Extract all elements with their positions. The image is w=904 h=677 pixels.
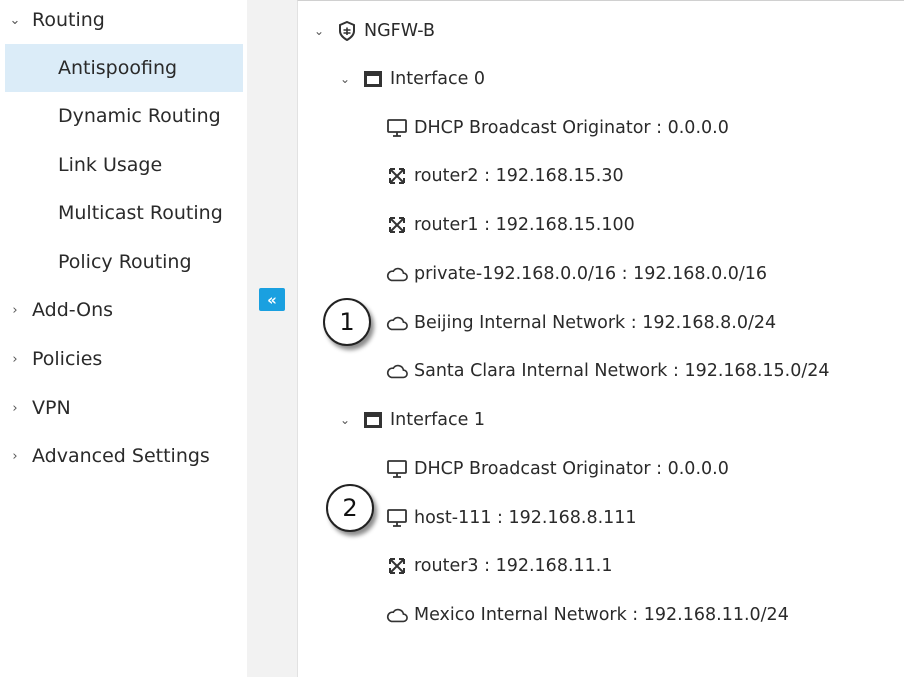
chevron-down-icon[interactable]: ⌄: [338, 413, 352, 427]
nav-item-label: Policies: [32, 348, 103, 370]
tree-node-label: router3 : 192.168.11.1: [414, 556, 613, 576]
nav-item-label: Advanced Settings: [32, 445, 210, 467]
chevron-down-icon[interactable]: ⌄: [338, 72, 352, 86]
tree-node-host[interactable]: host-111 : 192.168.8.111: [386, 502, 637, 534]
nav-item-label: Add-Ons: [32, 299, 114, 321]
antispoofing-tree: ⌄ NGFW-B ⌄ Interface 0 DHCP Broadcast Or…: [297, 0, 904, 677]
tree-node-interface-0[interactable]: ⌄ Interface 0: [338, 63, 485, 95]
tree-node-router[interactable]: router2 : 192.168.15.30: [386, 160, 624, 192]
tree-node-label: Santa Clara Internal Network : 192.168.1…: [414, 361, 830, 381]
tree-node-host[interactable]: DHCP Broadcast Originator : 0.0.0.0: [386, 112, 729, 144]
sidebar-nav: ⌄ Routing Antispoofing Dynamic Routing L…: [0, 0, 247, 677]
tree-node-label: DHCP Broadcast Originator : 0.0.0.0: [414, 459, 729, 479]
tree-node-router[interactable]: router1 : 192.168.15.100: [386, 209, 635, 241]
router-icon: [386, 556, 408, 576]
tree-node-label: host-111 : 192.168.8.111: [414, 508, 637, 528]
tree-node-network[interactable]: Mexico Internal Network : 192.168.11.0/2…: [386, 599, 789, 631]
tree-node-label: Interface 1: [390, 410, 486, 430]
network-cloud-icon: [386, 605, 408, 625]
nav-item-label: Link Usage: [58, 154, 163, 176]
network-cloud-icon: [386, 264, 408, 284]
network-cloud-icon: [386, 313, 408, 333]
tree-node-label: router2 : 192.168.15.30: [414, 166, 624, 186]
nav-item-add-ons[interactable]: › Add-Ons: [0, 286, 247, 334]
tree-node-label: DHCP Broadcast Originator : 0.0.0.0: [414, 118, 729, 138]
chevron-right-icon[interactable]: ›: [8, 303, 22, 318]
nav-item-label: Multicast Routing: [58, 202, 223, 224]
callout-marker-2: 2: [326, 484, 374, 532]
tree-node-label: Beijing Internal Network : 192.168.8.0/2…: [414, 313, 777, 333]
tree-node-router[interactable]: router3 : 192.168.11.1: [386, 550, 612, 582]
chevron-down-icon[interactable]: ⌄: [8, 13, 22, 28]
panel-splitter[interactable]: [247, 0, 285, 677]
nav-item-multicast-routing[interactable]: Multicast Routing: [0, 189, 247, 237]
chevron-right-icon[interactable]: ›: [8, 401, 22, 416]
interface-icon: [362, 410, 384, 430]
tree-node-label: NGFW-B: [364, 21, 436, 41]
tree-node-interface-1[interactable]: ⌄ Interface 1: [338, 404, 485, 436]
nav-item-vpn[interactable]: › VPN: [0, 384, 247, 432]
tree-node-network[interactable]: private-192.168.0.0/16 : 192.168.0.0/16: [386, 258, 767, 290]
firewall-shield-icon: [336, 21, 358, 41]
host-icon: [386, 459, 408, 479]
tree-node-network[interactable]: Beijing Internal Network : 192.168.8.0/2…: [386, 307, 776, 339]
nav-item-label: VPN: [32, 397, 71, 419]
interface-icon: [362, 69, 384, 89]
router-icon: [386, 166, 408, 186]
tree-node-label: private-192.168.0.0/16 : 192.168.0.0/16: [414, 264, 768, 284]
tree-node-ngfw-b[interactable]: ⌄ NGFW-B: [312, 15, 435, 47]
tree-node-label: Interface 0: [390, 69, 486, 89]
double-chevron-left-icon: «: [267, 290, 277, 309]
router-icon: [386, 215, 408, 235]
collapse-sidebar-button[interactable]: «: [259, 288, 285, 311]
host-icon: [386, 508, 408, 528]
tree-node-label: Mexico Internal Network : 192.168.11.0/2…: [414, 605, 789, 625]
nav-item-policies[interactable]: › Policies: [0, 335, 247, 383]
chevron-right-icon[interactable]: ›: [8, 449, 22, 464]
nav-item-dynamic-routing[interactable]: Dynamic Routing: [0, 92, 247, 140]
tree-node-label: router1 : 192.168.15.100: [414, 215, 635, 235]
panel-gutter: [285, 0, 297, 677]
nav-item-label: Antispoofing: [58, 57, 178, 79]
chevron-right-icon[interactable]: ›: [8, 352, 22, 367]
nav-item-label: Routing: [32, 9, 105, 31]
nav-item-antispoofing[interactable]: Antispoofing: [5, 44, 243, 92]
nav-item-label: Dynamic Routing: [58, 105, 221, 127]
tree-node-host[interactable]: DHCP Broadcast Originator : 0.0.0.0: [386, 453, 729, 485]
nav-item-label: Policy Routing: [58, 251, 192, 273]
network-cloud-icon: [386, 361, 408, 381]
nav-item-routing[interactable]: ⌄ Routing: [0, 0, 247, 44]
nav-item-link-usage[interactable]: Link Usage: [0, 141, 247, 189]
nav-item-policy-routing[interactable]: Policy Routing: [0, 238, 247, 286]
chevron-down-icon[interactable]: ⌄: [312, 24, 326, 38]
tree-node-network[interactable]: Santa Clara Internal Network : 192.168.1…: [386, 355, 830, 387]
host-icon: [386, 118, 408, 138]
nav-item-advanced-settings[interactable]: › Advanced Settings: [0, 432, 247, 480]
callout-marker-1: 1: [323, 298, 371, 346]
